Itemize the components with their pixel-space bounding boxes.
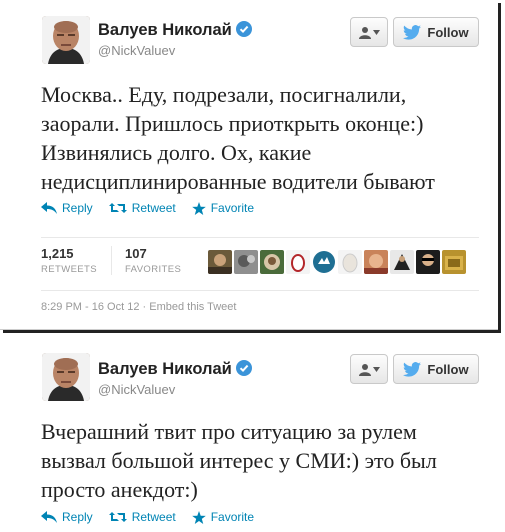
retweet-icon (108, 203, 127, 213)
favoriters-list (208, 250, 466, 274)
tweet-line: недисциплинированные водители бывают (41, 169, 435, 194)
favorite-action[interactable]: Favorite (191, 201, 254, 215)
tweet-line: просто анекдот:) (41, 477, 198, 502)
reply-action[interactable]: Reply (41, 201, 93, 215)
retweet-label[interactable]: Retweet (132, 510, 176, 524)
retweet-action[interactable]: Retweet (108, 510, 176, 524)
tweet-text: Вчерашний твит про ситуацию за рулем выз… (41, 417, 496, 504)
verified-badge-icon (235, 360, 252, 376)
retweets-count: 1,215 (41, 246, 74, 261)
reply-icon (41, 511, 57, 523)
author-name[interactable]: Валуев Николай (98, 21, 252, 40)
reply-icon (41, 202, 57, 214)
follow-label: Follow (427, 361, 469, 377)
favorites-stat[interactable]: 107 FAVORITES (110, 246, 195, 275)
author-name[interactable]: Валуев Николай (98, 360, 252, 379)
star-icon (191, 510, 206, 524)
follow-button[interactable]: Follow (393, 354, 479, 384)
tweet-line: вызвал большой интерес у СМИ:) это был (41, 448, 437, 473)
reply-label[interactable]: Reply (62, 510, 93, 524)
retweets-label: RETWEETS (41, 264, 97, 275)
favoriter-avatar[interactable] (312, 250, 336, 274)
favoriter-avatar[interactable] (442, 250, 466, 274)
tweet-actions: Reply Retweet Favorite (41, 510, 254, 524)
tweet-card: Валуев Николай @NickValuev Follow Москва… (0, 0, 498, 330)
tweet-stats: 1,215 RETWEETS 107 FAVORITES (41, 246, 195, 275)
favorites-label: FAVORITES (124, 264, 182, 275)
favoriter-avatar[interactable] (416, 250, 440, 274)
tweet-line: Извинялись долго. Ох, какие (41, 140, 312, 165)
author-handle[interactable]: @NickValuev (98, 43, 175, 58)
reply-label[interactable]: Reply (62, 201, 93, 215)
reply-action[interactable]: Reply (41, 510, 93, 524)
retweets-stat[interactable]: 1,215 RETWEETS (41, 246, 111, 275)
favoriter-avatar[interactable] (208, 250, 232, 274)
verified-badge-icon (235, 21, 252, 37)
favoriter-avatar[interactable] (364, 250, 388, 274)
chevron-down-icon (372, 366, 380, 372)
favoriter-avatar[interactable] (234, 250, 258, 274)
follow-label: Follow (427, 24, 469, 40)
chevron-down-icon (372, 29, 380, 35)
retweet-icon (108, 512, 127, 522)
tweet-meta: 8:29 PM - 16 Oct 12 · Embed this Tweet (41, 301, 236, 313)
star-icon (191, 201, 206, 215)
user-actions-button[interactable] (350, 354, 388, 384)
user-icon (358, 363, 371, 376)
follow-button[interactable]: Follow (393, 17, 479, 47)
favorite-label[interactable]: Favorite (211, 510, 254, 524)
favorites-count: 107 (124, 246, 147, 261)
tweet-line: Вчерашний твит про ситуацию за рулем (41, 419, 417, 444)
embed-tweet-link[interactable]: Embed this Tweet (149, 301, 236, 313)
author-name-text[interactable]: Валуев Николай (98, 21, 232, 39)
favoriter-avatar[interactable] (338, 250, 362, 274)
favorite-action[interactable]: Favorite (191, 510, 254, 524)
author-handle[interactable]: @NickValuev (98, 382, 175, 397)
favoriter-avatar[interactable] (390, 250, 414, 274)
retweet-label[interactable]: Retweet (132, 201, 176, 215)
user-actions-button[interactable] (350, 17, 388, 47)
retweet-action[interactable]: Retweet (108, 201, 176, 215)
favoriter-avatar[interactable] (260, 250, 284, 274)
favorite-label[interactable]: Favorite (211, 201, 254, 215)
tweet-text: Москва.. Еду, подрезали, посигналили, за… (41, 80, 496, 196)
tweet-actions: Reply Retweet Favorite (41, 201, 254, 215)
author-avatar[interactable] (42, 353, 90, 401)
divider (41, 237, 479, 238)
twitter-bird-icon (403, 361, 422, 377)
tweet-line: Москва.. Еду, подрезали, посигналили, (41, 82, 407, 107)
user-icon (358, 26, 371, 39)
twitter-bird-icon (403, 24, 422, 40)
author-avatar[interactable] (42, 16, 90, 64)
tweet-card: Валуев Николай @NickValuev Follow Вчераш… (0, 345, 498, 532)
tweet-line: заорали. Пришлось приоткрыть оконце:) (41, 111, 424, 136)
favoriter-avatar[interactable] (286, 250, 310, 274)
author-name-text[interactable]: Валуев Николай (98, 360, 232, 378)
timestamp[interactable]: 8:29 PM - 16 Oct 12 (41, 301, 139, 313)
divider (41, 290, 479, 291)
